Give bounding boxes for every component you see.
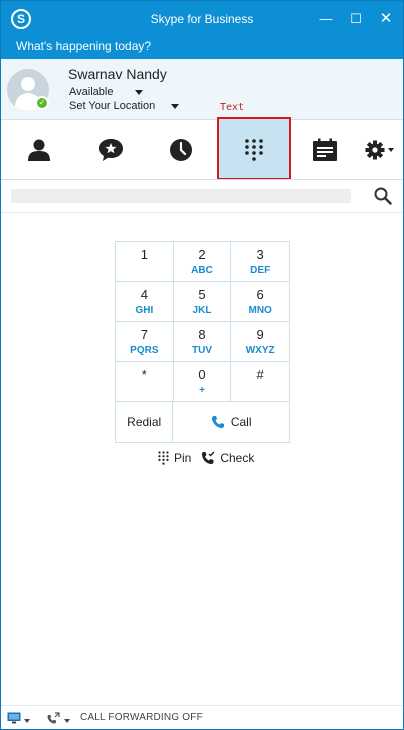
annotation-label: Text <box>220 102 245 113</box>
dial-key-2[interactable]: 2 ABC <box>174 242 232 282</box>
profile-panel: ✓ Swarnav Nandy Available Set Your Locat… <box>1 59 403 119</box>
chevron-down-icon <box>24 719 30 724</box>
tab-meetings[interactable] <box>291 120 359 180</box>
gear-icon <box>365 140 394 160</box>
dialpad-row: * 0 + # <box>116 362 289 402</box>
phone-check-icon <box>202 451 215 464</box>
window-title: Skype for Business <box>150 12 254 26</box>
pin-button[interactable]: Pin <box>158 451 191 465</box>
call-forwarding-status[interactable]: CALL FORWARDING OFF <box>80 712 203 723</box>
avatar-head <box>21 77 35 91</box>
minimize-button[interactable]: — <box>315 8 337 30</box>
dialpad-row: 7 PQRS 8 TUV 9 WXYZ <box>116 322 289 362</box>
status-label: Available <box>69 86 114 98</box>
phone-icon <box>211 416 224 428</box>
dial-key-7[interactable]: 7 PQRS <box>116 322 174 362</box>
maximize-button[interactable]: ☐ <box>345 8 367 30</box>
annotation-highlight-box <box>217 117 291 180</box>
presence-available-icon: ✓ <box>35 96 49 110</box>
chat-star-icon <box>99 139 123 161</box>
status-footer: CALL FORWARDING OFF <box>1 705 403 729</box>
call-button[interactable]: Call <box>173 402 289 442</box>
redial-label: Redial <box>127 415 162 429</box>
location-label: Set Your Location <box>69 100 156 112</box>
dial-key-3[interactable]: 3 DEF <box>231 242 289 282</box>
monitor-icon <box>7 712 21 724</box>
call-extras: Pin Check <box>158 451 254 465</box>
pin-label: Pin <box>174 451 192 465</box>
tab-recent[interactable] <box>145 120 217 180</box>
dial-key-6[interactable]: 6 MNO <box>231 282 289 322</box>
check-button[interactable]: Check <box>201 451 254 465</box>
tab-conversations[interactable] <box>77 120 145 180</box>
dial-key-4[interactable]: 4 GHI <box>116 282 174 322</box>
search-input[interactable] <box>11 189 351 203</box>
call-forwarding-selector[interactable] <box>47 712 70 727</box>
dialpad-row: 1 2 ABC 3 DEF <box>116 242 289 282</box>
dial-key-9[interactable]: 9 WXYZ <box>231 322 289 362</box>
chevron-down-icon <box>171 103 180 109</box>
tab-bar <box>1 119 403 180</box>
call-label: Call <box>230 415 252 429</box>
dial-key-1[interactable]: 1 <box>116 242 174 282</box>
dial-pad: 1 2 ABC 3 DEF 4 GHI 5 JKL 6 MNO 7 PQRS 8 TUV 9W… <box>115 241 290 443</box>
chevron-down-icon <box>64 719 70 724</box>
check-label: Check <box>220 451 255 465</box>
redial-button[interactable]: Redial <box>116 402 174 442</box>
dialpad-actions-row: Redial Call <box>116 402 289 442</box>
status-dropdown[interactable]: Available <box>69 86 144 98</box>
whats-happening-text: What's happening today? <box>16 39 152 53</box>
skype-window: S Skype for Business — ☐ ✕ What's happen… <box>0 0 404 730</box>
tab-contacts[interactable] <box>1 120 77 180</box>
tab-options[interactable] <box>359 120 403 180</box>
close-button[interactable]: ✕ <box>375 8 397 30</box>
dial-key-5[interactable]: 5 JKL <box>174 282 232 322</box>
whats-happening-banner[interactable]: What's happening today? <box>1 37 403 59</box>
person-icon <box>28 139 50 161</box>
device-selector[interactable] <box>7 712 30 727</box>
dial-key-8[interactable]: 8 TUV <box>174 322 232 362</box>
location-dropdown[interactable]: Set Your Location <box>69 100 180 112</box>
dial-key-0[interactable]: 0 + <box>174 362 232 402</box>
calendar-icon <box>313 138 337 161</box>
call-forward-icon <box>47 712 60 724</box>
profile-name: Swarnav Nandy <box>68 66 167 82</box>
clock-icon <box>170 139 192 161</box>
dial-key-hash[interactable]: # <box>231 362 289 402</box>
dialpad-row: 4 GHI 5 JKL 6 MNO <box>116 282 289 322</box>
chevron-down-icon <box>135 89 144 95</box>
dial-key-star[interactable]: * <box>116 362 174 402</box>
title-bar: S Skype for Business — ☐ ✕ <box>1 1 403 37</box>
dialpad-small-icon <box>158 451 169 465</box>
search-icon[interactable] <box>374 187 392 205</box>
search-bar <box>1 179 403 213</box>
